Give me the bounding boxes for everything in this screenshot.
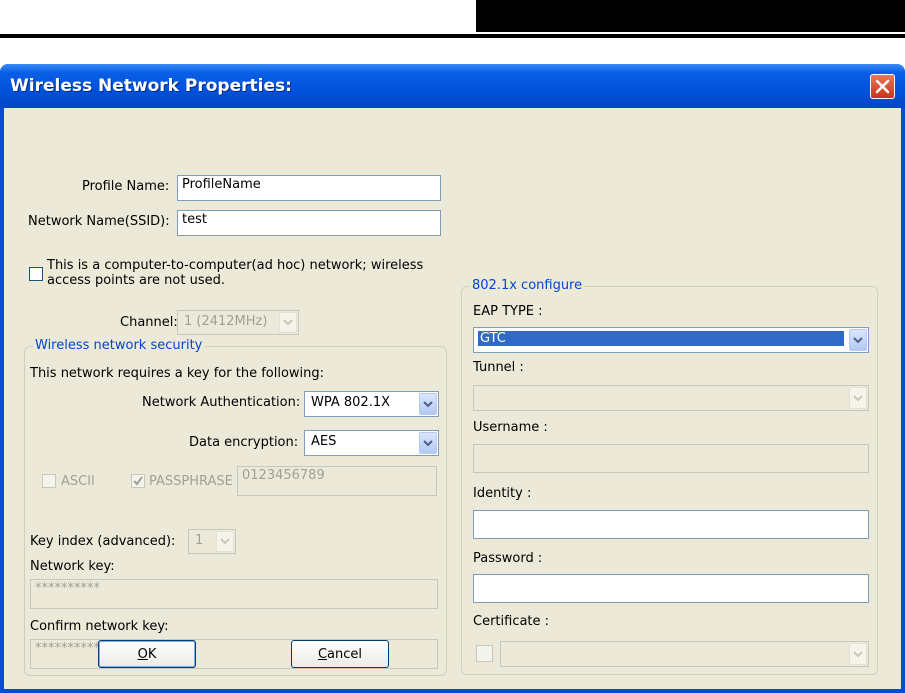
passphrase-checkbox[interactable]	[131, 474, 145, 488]
username-label: Username :	[473, 420, 548, 435]
passphrase-label: PASSPHRASE	[149, 474, 233, 489]
eap-type-dropdown-arrow[interactable]	[849, 329, 867, 351]
cancel-label-rest: ancel	[327, 646, 363, 662]
password-input[interactable]	[473, 574, 869, 603]
ascii-checkbox[interactable]	[42, 474, 56, 488]
channel-dropdown-arrow[interactable]	[279, 312, 297, 333]
chevron-down-icon	[423, 439, 433, 446]
chevron-down-icon	[220, 538, 230, 545]
key-index-select[interactable]: 1	[188, 529, 236, 554]
certificate-checkbox[interactable]	[476, 645, 493, 662]
dialog-client: Profile Name: ProfileName Network Name(S…	[4, 108, 901, 689]
cancel-button[interactable]: Cancel	[291, 640, 389, 668]
close-button[interactable]	[870, 74, 895, 99]
passphrase-input[interactable]: 0123456789	[237, 466, 437, 496]
ok-button[interactable]: OK	[98, 640, 196, 668]
encryption-label: Data encryption:	[189, 435, 299, 450]
header-rule	[0, 34, 905, 38]
adhoc-label-line2: access points are not used.	[47, 273, 225, 288]
network-key-input[interactable]: **********	[30, 579, 438, 609]
requires-key-text: This network requires a key for the foll…	[30, 366, 325, 381]
password-label: Password :	[473, 551, 543, 566]
profile-name-input[interactable]: ProfileName	[177, 175, 441, 201]
eap-type-select[interactable]: GTC	[473, 327, 869, 353]
cancel-mnemonic: C	[317, 646, 328, 662]
adhoc-label-line1: This is a computer-to-computer(ad hoc) n…	[47, 258, 424, 273]
profile-name-label: Profile Name:	[82, 179, 170, 194]
document-header	[0, 0, 905, 40]
security-group-title: Wireless network security	[33, 338, 205, 353]
chevron-down-icon	[283, 319, 293, 326]
chevron-down-icon	[853, 336, 863, 343]
chevron-down-icon	[853, 394, 863, 401]
tunnel-select[interactable]	[473, 385, 869, 411]
ok-label-rest: K	[147, 646, 157, 662]
network-key-label: Network key:	[30, 559, 115, 574]
checkmark-icon	[133, 476, 143, 486]
ssid-input[interactable]: test	[177, 210, 441, 236]
channel-label: Channel:	[120, 315, 178, 330]
auth-label: Network Authentication:	[142, 395, 301, 410]
tunnel-dropdown-arrow[interactable]	[849, 387, 867, 409]
window-title: Wireless Network Properties:	[10, 76, 292, 96]
ok-mnemonic: O	[137, 646, 148, 662]
eap-type-value: GTC	[478, 331, 844, 346]
title-bar[interactable]: Wireless Network Properties:	[0, 64, 905, 108]
dot1x-group-title: 802.1x configure	[470, 278, 585, 293]
tunnel-label: Tunnel :	[473, 360, 524, 375]
username-input[interactable]	[473, 444, 869, 473]
identity-input[interactable]	[473, 510, 869, 539]
encryption-dropdown-arrow[interactable]	[419, 432, 437, 454]
chevron-down-icon	[853, 650, 863, 657]
key-index-dropdown-arrow[interactable]	[216, 531, 234, 552]
eap-type-label: EAP TYPE :	[473, 304, 543, 319]
confirm-key-label: Confirm network key:	[30, 619, 169, 634]
ascii-label: ASCII	[61, 474, 95, 489]
close-icon	[875, 79, 890, 94]
header-black-block	[476, 0, 905, 32]
chevron-down-icon	[423, 400, 433, 407]
adhoc-checkbox[interactable]	[29, 267, 43, 281]
key-index-label: Key index (advanced):	[30, 534, 176, 549]
certificate-dropdown-arrow[interactable]	[849, 643, 867, 665]
auth-value: WPA 802.1X	[311, 395, 391, 410]
ssid-label: Network Name(SSID):	[28, 214, 170, 229]
encryption-select[interactable]: AES	[304, 430, 439, 456]
key-index-value: 1	[195, 533, 204, 548]
channel-select[interactable]: 1 (2412MHz)	[177, 310, 299, 335]
certificate-label: Certificate :	[473, 614, 550, 629]
auth-select[interactable]: WPA 802.1X	[304, 391, 439, 417]
identity-label: Identity :	[473, 486, 532, 501]
channel-value: 1 (2412MHz)	[184, 314, 268, 329]
auth-dropdown-arrow[interactable]	[419, 393, 437, 415]
dialog-window: Wireless Network Properties: Profile Nam…	[0, 64, 905, 693]
certificate-select[interactable]	[500, 641, 869, 667]
encryption-value: AES	[311, 434, 337, 449]
